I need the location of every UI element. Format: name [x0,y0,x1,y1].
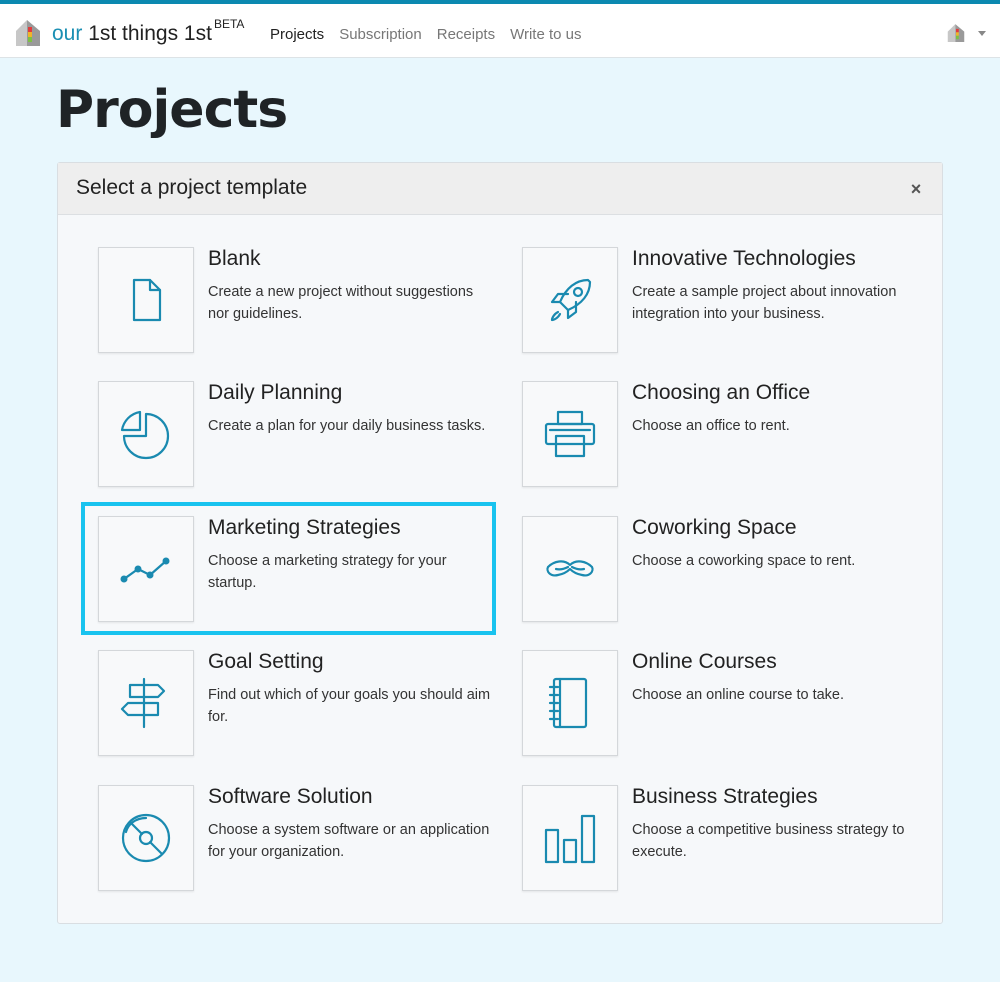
template-name: Daily Planning [208,381,343,404]
template-choosing-an-office[interactable]: Choosing an Office Choose an office to r… [522,381,922,491]
template-software-solution[interactable]: Software Solution Choose a system softwa… [98,785,498,895]
template-thumbnail[interactable] [98,650,194,756]
signpost-icon [120,677,166,729]
template-innovative-technologies[interactable]: Innovative Technologies Create a sample … [522,247,922,357]
template-name: Coworking Space [632,516,797,539]
template-daily-planning[interactable]: Daily Planning Create a plan for your da… [98,381,498,491]
nav-subscription[interactable]: Subscription [339,26,422,43]
brand-our: our [52,22,83,45]
template-description: Find out which of your goals you should … [208,687,491,725]
nav-receipts[interactable]: Receipts [437,26,495,43]
nav-projects[interactable]: Projects [270,26,324,43]
template-name: Software Solution [208,785,373,808]
printer-icon [544,410,596,458]
template-name: Choosing an Office [632,381,811,404]
template-name: Goal Setting [208,650,324,673]
template-blank[interactable]: Blank Create a new project without sugge… [98,247,498,357]
template-thumbnail[interactable] [522,381,618,487]
rocket-icon [550,278,592,322]
template-thumbnail[interactable] [522,516,618,622]
template-description: Choose an office to rent. [632,418,790,434]
template-online-courses[interactable]: Online Courses Choose an online course t… [522,650,922,760]
top-navbar: our 1st things 1st BETA Projects Subscrip… [0,0,1000,58]
close-button[interactable]: × [906,179,926,199]
template-description: Choose an online course to take. [632,687,844,703]
notebook-icon [548,677,588,729]
template-thumbnail[interactable] [522,650,618,756]
user-avatar-icon [947,24,965,42]
template-thumbnail[interactable] [98,381,194,487]
house-logo-icon[interactable] [14,17,42,49]
beta-badge: BETA [213,17,245,31]
template-business-strategies[interactable]: Business Strategies Choose a competitive… [522,785,922,895]
template-description: Choose a coworking space to rent. [632,553,856,569]
chevron-down-icon [978,31,986,36]
template-description: Create a new project without suggestions… [208,284,474,322]
main-nav: Projects Subscription Receipts Write to … [270,26,582,43]
template-coworking-space[interactable]: Coworking Space Choose a coworking space… [522,516,922,626]
template-name: Business Strategies [632,785,818,808]
template-description: Create a sample project about innovation… [632,284,897,322]
template-description: Choose a system software or an applicati… [208,822,490,860]
template-name: Online Courses [632,650,777,673]
user-menu-button[interactable] [946,22,990,48]
brand-title[interactable]: our 1st things 1st BETA [52,17,244,46]
template-thumbnail[interactable] [522,785,618,891]
template-name: Innovative Technologies [632,247,856,270]
file-icon [132,278,162,322]
template-description: Choose a competitive business strategy t… [632,822,905,860]
brand-name: 1st things 1st [82,22,212,45]
selection-highlight [81,502,496,635]
template-description: Create a plan for your daily business ta… [208,418,486,434]
dialog-header: Select a project template × [58,163,942,215]
page-title: Projects [56,80,288,140]
nav-write-to-us[interactable]: Write to us [510,26,581,43]
disc-icon [121,813,171,863]
bar-chart-icon [544,814,596,864]
template-goal-setting[interactable]: Goal Setting Find out which of your goal… [98,650,498,760]
dialog-title: Select a project template [76,176,308,199]
template-name: Blank [208,247,261,270]
pie-chart-icon [120,410,170,460]
template-thumbnail[interactable] [522,247,618,353]
template-thumbnail[interactable] [98,785,194,891]
template-thumbnail[interactable] [98,247,194,353]
mustache-icon [546,560,594,577]
